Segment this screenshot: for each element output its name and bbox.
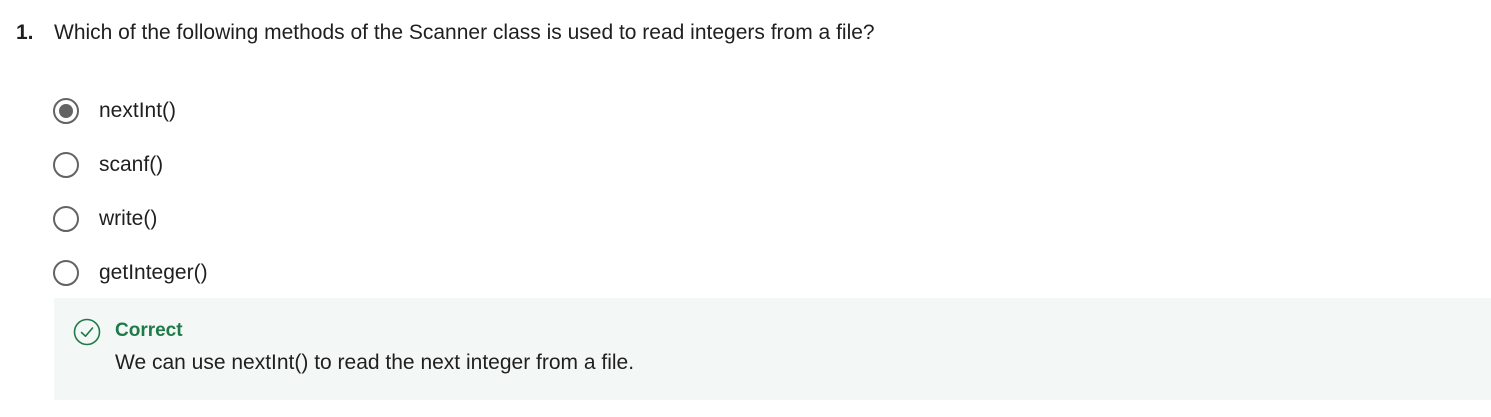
option-label: getInteger()	[99, 261, 208, 284]
radio-unselected-icon[interactable]	[53, 260, 79, 286]
feedback-panel: Correct We can use nextInt() to read the…	[54, 298, 1491, 400]
answer-options: nextInt() scanf() write() getInteger()	[52, 84, 208, 300]
feedback-status: Correct	[115, 320, 183, 341]
radio-unselected-icon[interactable]	[53, 206, 79, 232]
option-label: write()	[99, 207, 158, 230]
option-write[interactable]: write()	[52, 192, 208, 246]
feedback-message: We can use nextInt() to read the next in…	[115, 351, 635, 374]
option-label: scanf()	[99, 153, 164, 176]
radio-selected-icon[interactable]	[53, 98, 79, 124]
question-number: 1.	[16, 21, 34, 44]
check-circle-icon	[73, 318, 101, 346]
question-text: Which of the following methods of the Sc…	[54, 21, 875, 44]
radio-unselected-icon[interactable]	[53, 152, 79, 178]
option-nextint[interactable]: nextInt()	[52, 84, 208, 138]
question: 1. Which of the following methods of the…	[16, 18, 875, 48]
option-getinteger[interactable]: getInteger()	[52, 246, 208, 300]
option-scanf[interactable]: scanf()	[52, 138, 208, 192]
option-label: nextInt()	[99, 99, 177, 122]
